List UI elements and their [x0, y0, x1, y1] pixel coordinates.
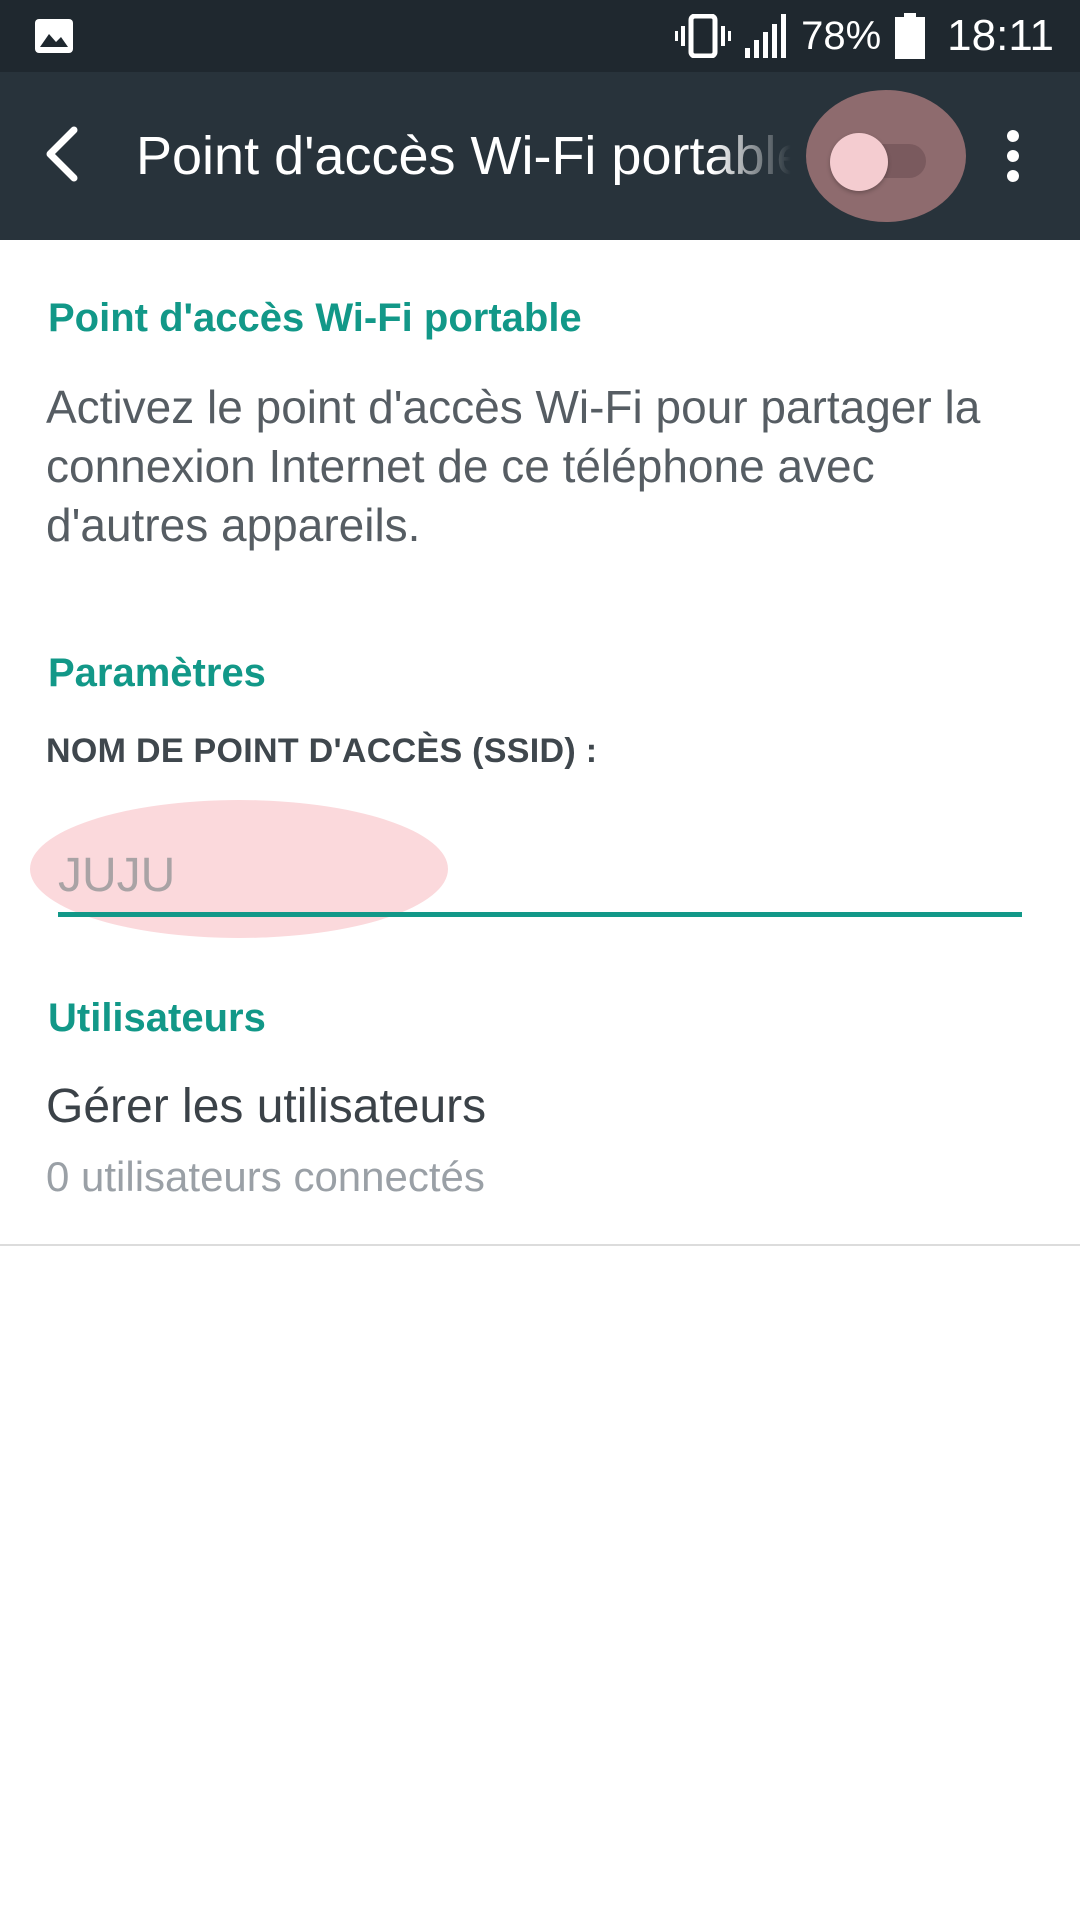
connected-users-count: 0 utilisateurs connectés	[46, 1153, 485, 1200]
hotspot-toggle-thumb[interactable]	[830, 133, 888, 191]
ssid-label: NOM DE POINT D'ACCÈS (SSID) :	[46, 732, 598, 770]
battery-icon	[895, 13, 926, 59]
settings-section-header: Paramètres	[48, 651, 266, 695]
hotspot-section-header: Point d'accès Wi-Fi portable	[48, 296, 582, 340]
manage-users-item[interactable]: Gérer les utilisateurs 0 utilisateurs co…	[0, 1065, 1080, 1245]
hotspot-description: Activez le point d'accès Wi-Fi pour part…	[46, 381, 981, 551]
page-title: Point d'accès Wi-Fi portable	[136, 126, 791, 186]
users-section-header: Utilisateurs	[48, 996, 266, 1040]
signal-icon	[745, 14, 787, 58]
status-indicators: 78% 18:11	[675, 0, 1054, 72]
app-toolbar: Point d'accès Wi-Fi portable	[0, 72, 1080, 240]
battery-percent: 78%	[801, 13, 882, 58]
image-icon	[35, 19, 73, 53]
arrow-left-icon[interactable]	[36, 122, 100, 186]
divider	[0, 1244, 1080, 1246]
manage-users-title: Gérer les utilisateurs	[46, 1080, 487, 1133]
vibrate-icon	[675, 14, 732, 58]
status-bar: 78% 18:11	[0, 0, 1080, 72]
ssid-input[interactable]	[58, 842, 658, 908]
ssid-underline	[58, 912, 1022, 917]
clock: 18:11	[947, 11, 1054, 60]
more-vertical-icon[interactable]	[990, 124, 1036, 188]
